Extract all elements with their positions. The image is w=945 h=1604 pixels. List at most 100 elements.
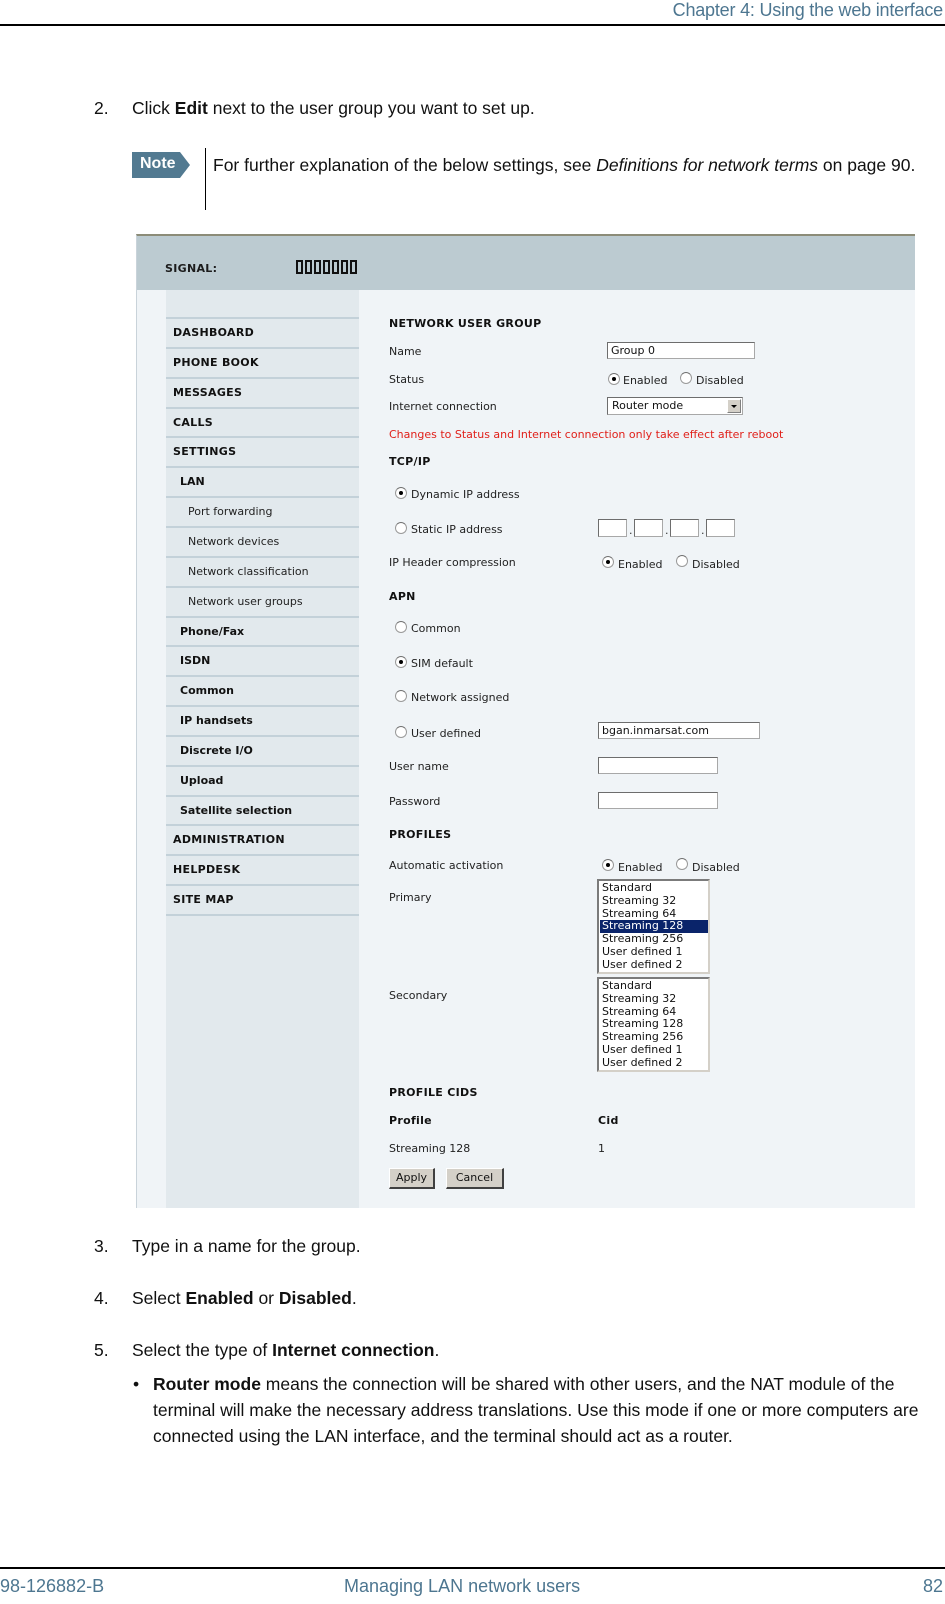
status-enabled-radio[interactable] bbox=[608, 373, 620, 385]
apn-user-defined-label: User defined bbox=[411, 727, 481, 740]
cids-column-cid: Cid bbox=[598, 1114, 619, 1127]
username-input[interactable] bbox=[598, 757, 718, 774]
status-disabled-radio[interactable] bbox=[680, 372, 692, 384]
network-user-group-form: NETWORK USER GROUP Name Group 0 Status E… bbox=[389, 290, 909, 1208]
ip-header-disabled-label: Disabled bbox=[692, 558, 740, 571]
internet-connection-value: Router mode bbox=[612, 399, 684, 412]
sidebar-item-phone-book[interactable]: PHONE BOOK bbox=[166, 346, 359, 377]
profile-option[interactable]: Standard bbox=[600, 979, 708, 993]
ip-header-enabled-radio[interactable] bbox=[602, 556, 614, 568]
ip-octet-3-input[interactable] bbox=[670, 519, 699, 537]
step-number: 5. bbox=[94, 1340, 109, 1360]
sidebar-item-network-classification[interactable]: Network classification bbox=[166, 555, 359, 586]
ip-octet-1-input[interactable] bbox=[598, 519, 627, 537]
sidebar-item-discrete-i-o[interactable]: Discrete I/O bbox=[166, 734, 359, 765]
sidebar-item-upload[interactable]: Upload bbox=[166, 764, 359, 795]
internet-connection-label: Internet connection bbox=[389, 400, 497, 413]
sidebar-divider bbox=[166, 914, 359, 916]
name-label: Name bbox=[389, 345, 422, 358]
sidebar-item-messages[interactable]: MESSAGES bbox=[166, 376, 359, 407]
profile-option[interactable]: User defined 1 bbox=[600, 945, 708, 959]
apn-user-defined-radio[interactable] bbox=[395, 726, 407, 738]
ip-separator: . bbox=[665, 524, 669, 537]
ip-header-enabled-label: Enabled bbox=[618, 558, 663, 571]
cids-row-profile: Streaming 128 bbox=[389, 1142, 471, 1155]
chevron-down-icon[interactable] bbox=[727, 399, 741, 413]
auto-activation-disabled-label: Disabled bbox=[692, 861, 740, 874]
sidebar-item-network-user-groups[interactable]: Network user groups bbox=[166, 585, 359, 616]
signal-bar bbox=[296, 260, 303, 274]
apn-common-radio[interactable] bbox=[395, 621, 407, 633]
apn-network-assigned-radio[interactable] bbox=[395, 690, 407, 702]
apply-button[interactable]: Apply bbox=[389, 1168, 435, 1189]
cids-row-cid: 1 bbox=[598, 1142, 605, 1155]
auto-activation-disabled-radio[interactable] bbox=[676, 858, 688, 870]
header-rule bbox=[0, 24, 945, 26]
profile-option[interactable]: User defined 1 bbox=[600, 1043, 708, 1057]
step-2: 2. Click Edit next to the user group you … bbox=[94, 98, 535, 118]
cancel-button[interactable]: Cancel bbox=[446, 1168, 504, 1189]
sidebar-item-dashboard[interactable]: DASHBOARD bbox=[166, 317, 359, 347]
step-number: 2. bbox=[94, 98, 109, 118]
sidebar-item-helpdesk[interactable]: HELPDESK bbox=[166, 854, 359, 884]
profile-option[interactable]: User defined 2 bbox=[600, 958, 708, 972]
profile-option[interactable]: Standard bbox=[600, 881, 708, 895]
ip-header-compression-label: IP Header compression bbox=[389, 556, 516, 569]
apn-sim-default-radio[interactable] bbox=[395, 656, 407, 668]
sidebar-item-satellite-selection[interactable]: Satellite selection bbox=[166, 794, 359, 825]
secondary-profile-listbox[interactable]: Standard Streaming 32 Streaming 64 Streamin… bbox=[597, 977, 710, 1072]
ip-separator: . bbox=[701, 524, 705, 537]
sidebar-item-network-devices[interactable]: Network devices bbox=[166, 525, 359, 556]
ip-octet-2-input[interactable] bbox=[634, 519, 663, 537]
sidebar-item-settings[interactable]: SETTINGS bbox=[166, 436, 359, 466]
profile-cids-section-title: PROFILE CIDS bbox=[389, 1086, 478, 1099]
sidebar-item-common[interactable]: Common bbox=[166, 675, 359, 705]
apn-common-label: Common bbox=[411, 622, 461, 635]
dynamic-ip-radio[interactable] bbox=[395, 487, 407, 499]
static-ip-radio[interactable] bbox=[395, 522, 407, 534]
apn-network-assigned-label: Network assigned bbox=[411, 691, 510, 704]
signal-label: SIGNAL: bbox=[165, 262, 218, 275]
apn-section-title: APN bbox=[389, 590, 416, 603]
dynamic-ip-label: Dynamic IP address bbox=[411, 488, 520, 501]
password-input[interactable] bbox=[598, 792, 718, 809]
profiles-section-title: PROFILES bbox=[389, 828, 452, 841]
internet-connection-select[interactable]: Router mode bbox=[607, 397, 743, 415]
signal-bar bbox=[341, 260, 348, 274]
static-ip-label: Static IP address bbox=[411, 523, 503, 536]
profile-option[interactable]: Streaming 32 bbox=[600, 992, 708, 1006]
note-reference: Definitions for network terms bbox=[596, 155, 819, 175]
section-title: Managing LAN network users bbox=[344, 1576, 581, 1596]
ip-header-disabled-radio[interactable] bbox=[676, 555, 688, 567]
sidebar-item-site-map[interactable]: SITE MAP bbox=[166, 884, 359, 914]
chapter-header: Chapter 4: Using the web interface bbox=[672, 0, 944, 20]
status-label: Status bbox=[389, 373, 425, 386]
sidebar-item-port-forwarding[interactable]: Port forwarding bbox=[166, 496, 359, 526]
signal-bar bbox=[305, 260, 312, 274]
sidebar-item-lan[interactable]: LAN bbox=[166, 466, 359, 496]
auto-activation-enabled-radio[interactable] bbox=[602, 859, 614, 871]
tcpip-section-title: TCP/IP bbox=[389, 455, 431, 468]
ip-octet-4-input[interactable] bbox=[706, 519, 735, 537]
note-label: Note bbox=[140, 155, 176, 172]
signal-strength-indicator bbox=[296, 260, 357, 274]
apn-user-defined-input[interactable]: bgan.inmarsat.com bbox=[598, 722, 760, 739]
sidebar-item-ip-handsets[interactable]: IP handsets bbox=[166, 705, 359, 735]
step-number: 3. bbox=[94, 1236, 109, 1256]
signal-bar bbox=[332, 260, 339, 274]
username-label: User name bbox=[389, 760, 449, 773]
name-input[interactable]: Group 0 bbox=[607, 342, 755, 359]
form-title: NETWORK USER GROUP bbox=[389, 317, 542, 330]
password-label: Password bbox=[389, 795, 441, 808]
status-disabled-label: Disabled bbox=[696, 374, 744, 387]
router-mode-bullet: • Router mode means the connection will … bbox=[133, 1371, 943, 1449]
profile-option[interactable]: Streaming 32 bbox=[600, 894, 708, 908]
sidebar-item-isdn[interactable]: ISDN bbox=[166, 645, 359, 675]
sidebar-item-administration[interactable]: ADMINISTRATION bbox=[166, 824, 359, 854]
sidebar-item-calls[interactable]: CALLS bbox=[166, 406, 359, 437]
sidebar-item-phone-fax[interactable]: Phone/Fax bbox=[166, 615, 359, 646]
ui-header-bar: SIGNAL: bbox=[137, 236, 915, 290]
secondary-label: Secondary bbox=[389, 989, 448, 1002]
primary-profile-listbox[interactable]: Standard Streaming 32 Streaming 64 Streamin… bbox=[597, 879, 710, 974]
profile-option[interactable]: User defined 2 bbox=[600, 1056, 708, 1070]
